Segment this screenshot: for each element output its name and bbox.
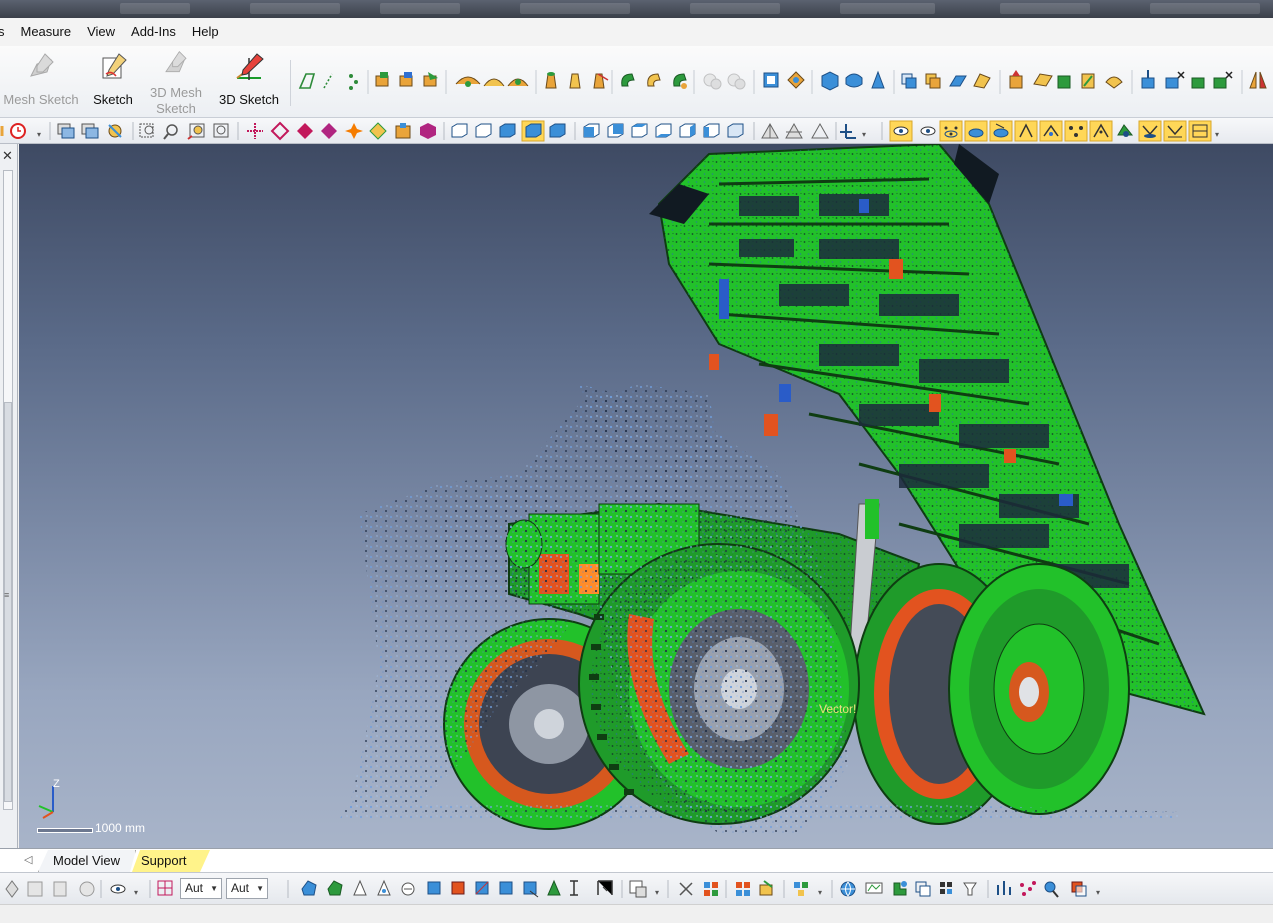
menu-item-truncated[interactable]: s	[0, 18, 13, 46]
taskbar-ghost-tab	[250, 3, 340, 14]
layer-icons	[794, 882, 808, 896]
extrude-tools-icon	[375, 72, 438, 87]
surface-tools-icon	[901, 73, 991, 89]
entity-tools-icons	[301, 879, 613, 898]
svg-text:▾: ▾	[655, 888, 659, 897]
svg-text:▾: ▾	[1215, 130, 1219, 139]
3d-mesh-sketch-label-line1: 3D Mesh	[149, 85, 203, 100]
mesh-sketch-button[interactable]: Mesh Sketch	[2, 50, 80, 109]
taskbar-strip	[0, 0, 1273, 18]
3d-viewport[interactable]: Vector! Z 1000 mm	[19, 144, 1273, 848]
3d-sketch-button[interactable]: 3D Sketch	[216, 50, 282, 109]
sketch-button[interactable]: Sketch	[88, 50, 138, 109]
scatter-tools-icons	[679, 882, 718, 896]
mesh-sketch-label: Mesh Sketch	[3, 92, 79, 107]
taskbar-ghost-tab	[520, 3, 630, 14]
taskbar-ghost-tab	[1000, 3, 1090, 14]
status-bar	[0, 904, 1273, 923]
zoom-icons	[139, 123, 229, 140]
feature-tools-icon	[1141, 70, 1233, 89]
sketch-icon	[102, 53, 127, 79]
svg-text:▾: ▾	[134, 888, 138, 897]
svg-text:▾: ▾	[1096, 888, 1100, 897]
display-options-icons	[57, 123, 122, 139]
tab-model-view[interactable]: Model View	[38, 850, 136, 872]
view-eye-icon	[110, 884, 126, 894]
combo-auto-1-value: Aut	[185, 881, 204, 895]
world-tools-icons	[840, 881, 977, 897]
view-toolbar: ▾ ▾ ▾	[0, 118, 1273, 144]
solid-tools-icon	[1009, 70, 1123, 89]
3d-mesh-sketch-button[interactable]: 3D Mesh Sketch	[146, 50, 206, 117]
svg-text:▾: ▾	[862, 130, 866, 139]
axis-triad-icon	[38, 786, 54, 819]
tab-scroll-left-icon[interactable]: ◁	[24, 853, 32, 866]
left-panel: ✕ ≡	[0, 144, 18, 848]
vector-annotation: Vector!	[819, 702, 857, 716]
grip-icon[interactable]: ≡	[4, 590, 9, 600]
axis-z-label: Z	[53, 778, 60, 790]
svg-text:▾: ▾	[818, 888, 822, 897]
snap-icon	[157, 880, 173, 896]
menu-measure[interactable]: Measure	[13, 18, 80, 46]
pan-rotate-icons	[247, 121, 436, 141]
menu-bar: s Measure View Add-Ins Help	[0, 18, 1273, 46]
scale-label: 1000 mm	[95, 821, 146, 835]
close-panel-icon[interactable]: ✕	[2, 148, 13, 164]
rear-wheel-outer	[948, 563, 1130, 815]
3d-mesh-sketch-icon	[165, 51, 187, 73]
fit-tools-icon	[763, 71, 805, 89]
section-view-icons	[761, 122, 829, 139]
boolean-tools-icon	[703, 73, 746, 90]
svg-text:▾: ▾	[37, 130, 41, 139]
grid-tools-icons	[736, 880, 773, 896]
visibility-filter-icons	[889, 120, 1212, 142]
ribbon-tool-icons	[298, 70, 1267, 94]
standard-view-icons	[451, 120, 566, 142]
sketch-label: Sketch	[93, 92, 133, 107]
taskbar-ghost-tab	[840, 3, 935, 14]
tab-support[interactable]: Support	[132, 850, 210, 872]
menu-help[interactable]: Help	[184, 18, 227, 46]
combo-auto-2-value: Aut	[231, 881, 250, 895]
cube-view-icons	[583, 123, 744, 138]
sweep-tools-icon	[621, 73, 687, 89]
view-tab-bar: ◁ Model View Support	[0, 848, 1273, 872]
mesh-sketch-icon	[30, 53, 54, 77]
3d-sketch-label: 3D Sketch	[219, 92, 279, 107]
taskbar-ghost-tab	[380, 3, 460, 14]
analysis-icons	[997, 881, 1087, 898]
primitive-tools-icon	[821, 70, 885, 91]
ribbon-separator	[290, 60, 291, 106]
chevron-down-icon: ▼	[210, 884, 218, 893]
3d-mesh-sketch-label-line2: Sketch	[156, 101, 196, 116]
view-toolbar-icons: ▾ ▾ ▾	[0, 120, 1219, 142]
mirror-icon	[1249, 71, 1267, 89]
revolve-tools-icon	[455, 76, 529, 87]
taskbar-ghost-tab	[1150, 3, 1260, 14]
select-tools-icons	[5, 880, 95, 898]
3d-sketch-icon	[236, 53, 264, 80]
coordinate-system-icon: ▾	[840, 124, 866, 139]
loft-tools-icon	[545, 72, 609, 89]
curve-tools-icon	[298, 73, 358, 90]
menu-view[interactable]: View	[79, 18, 123, 46]
dump-truck-scan-model	[339, 144, 1206, 834]
menu-add-ins[interactable]: Add-Ins	[123, 18, 184, 46]
bottom-toolbar: ▾ ▾ ▾ ▾ Aut ▼ Aut ▼	[0, 872, 1273, 904]
chevron-down-icon: ▼	[256, 884, 264, 893]
combo-auto-1[interactable]: Aut ▼	[180, 878, 222, 899]
combo-auto-2[interactable]: Aut ▼	[226, 878, 268, 899]
scale-bar	[37, 828, 93, 833]
ribbon: Mesh Sketch Sketch 3D Mesh Sketch 3D Ske…	[0, 46, 1273, 118]
taskbar-ghost-tab	[120, 3, 190, 14]
refresh-icon	[10, 123, 26, 139]
measure-icon	[629, 880, 647, 898]
taskbar-ghost-tab	[690, 3, 780, 14]
panel-scrollbar-thumb[interactable]	[4, 402, 12, 802]
app-window: s Measure View Add-Ins Help Mesh Sketch …	[0, 0, 1273, 923]
